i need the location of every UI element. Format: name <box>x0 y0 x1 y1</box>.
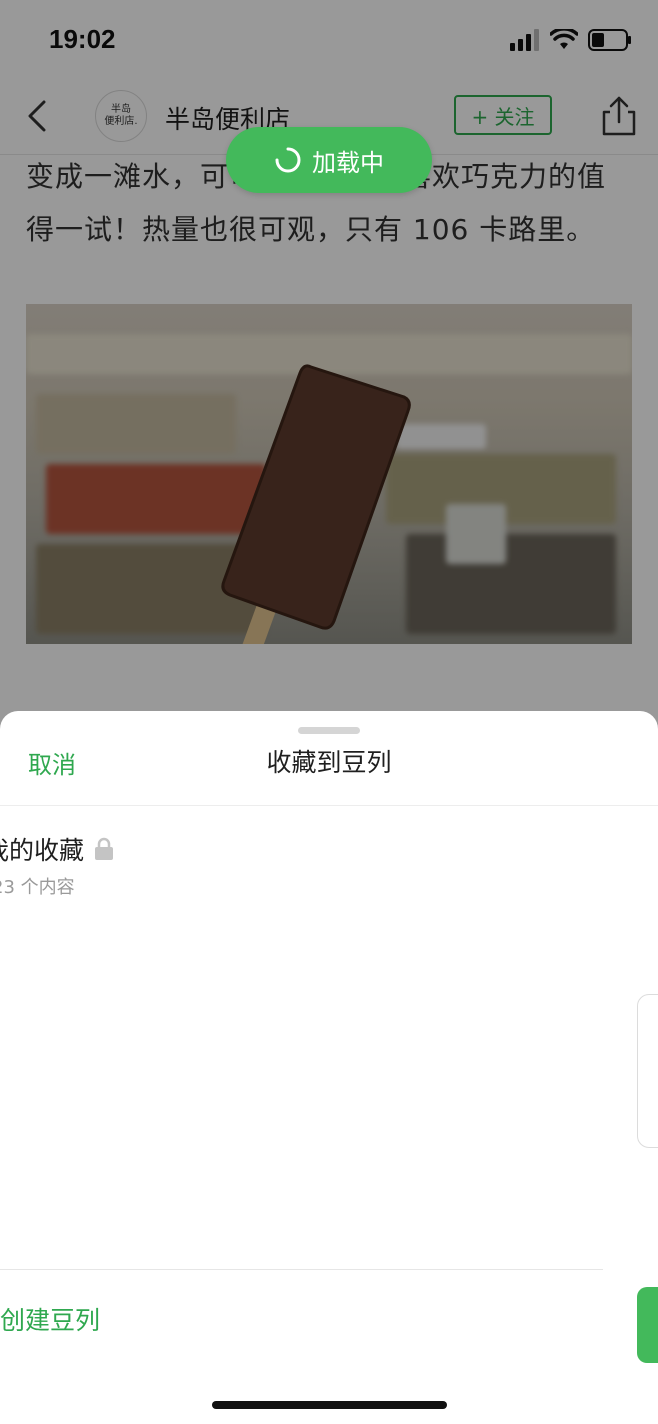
loading-label: 加载中 <box>312 148 384 177</box>
sheet-title: 收藏到豆列 <box>266 748 392 777</box>
create-list-button[interactable]: 创建豆列 <box>0 1301 100 1337</box>
spinner-icon <box>275 147 301 173</box>
sheet-drag-handle[interactable] <box>298 727 360 734</box>
side-card[interactable] <box>637 994 658 1148</box>
list-item-title-text: 我的收藏 <box>0 836 85 865</box>
divider <box>0 1269 603 1270</box>
confirm-button[interactable] <box>637 1287 658 1363</box>
lock-icon <box>95 837 114 860</box>
home-indicator <box>212 1401 447 1409</box>
list-item-title: 我的收藏 <box>0 831 114 867</box>
cancel-button[interactable]: 取消 <box>28 745 76 780</box>
collect-sheet: 收藏到豆列 取消 我的收藏 23 个内容 创建豆列 <box>0 711 658 1424</box>
divider <box>0 805 658 806</box>
list-item-count: 23 个内容 <box>0 877 75 898</box>
list-item[interactable]: 我的收藏 23 个内容 <box>0 831 400 901</box>
loading-toast: 加载中 <box>226 127 432 193</box>
